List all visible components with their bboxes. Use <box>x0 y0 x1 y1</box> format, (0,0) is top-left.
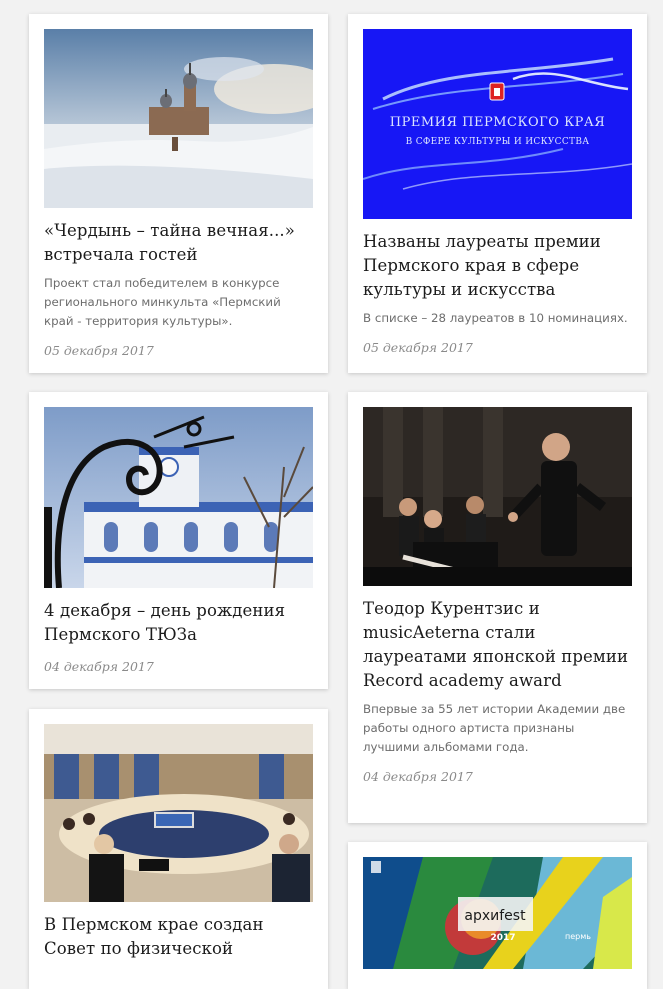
news-excerpt: В списке – 28 лауреатов в 10 номинациях. <box>363 311 628 325</box>
news-image-currentzis-conductor[interactable] <box>363 407 632 586</box>
svg-text:В СФЕРЕ КУЛЬТУРЫ И ИСКУССТВА: В СФЕРЕ КУЛЬТУРЫ И ИСКУССТВА <box>406 137 590 147</box>
news-date: 05 декабря 2017 <box>44 343 154 358</box>
news-excerpt: Проект стал победителем в конкурсе регио… <box>44 276 281 328</box>
news-title[interactable]: «Чердынь – тайна вечная...» встречала го… <box>44 219 313 267</box>
meeting-room-image <box>44 724 313 902</box>
news-image-cherdyn-church[interactable] <box>44 29 313 208</box>
news-date: 05 декабря 2017 <box>363 340 473 355</box>
news-image-council-meeting[interactable] <box>44 724 313 902</box>
news-title[interactable]: В Пермском крае создан Совет по физическ… <box>44 913 313 961</box>
news-image-premium-banner[interactable]: ПРЕМИЯ ПЕРМСКОГО КРАЯ В СФЕРЕ КУЛЬТУРЫ И… <box>363 29 632 219</box>
news-excerpt: Впервые за 55 лет истории Академии две р… <box>363 702 626 754</box>
news-image-tyuz-building[interactable] <box>44 407 313 588</box>
news-card-sport-council[interactable]: В Пермском крае создан Совет по физическ… <box>29 709 328 989</box>
snowy-church-image <box>44 29 313 208</box>
news-date: 04 декабря 2017 <box>363 769 473 784</box>
svg-text:пермь: пермь <box>565 932 591 941</box>
news-card-arkhifest[interactable]: архиfest 2017 пермь <box>348 842 647 989</box>
svg-text:2017: 2017 <box>490 933 515 943</box>
conductor-orchestra-image <box>363 407 632 586</box>
news-title[interactable]: 4 декабря – день рождения Пермского ТЮЗа <box>44 599 313 647</box>
news-card-premium-laureates[interactable]: ПРЕМИЯ ПЕРМСКОГО КРАЯ В СФЕРЕ КУЛЬТУРЫ И… <box>348 14 647 373</box>
news-date: 04 декабря 2017 <box>44 659 154 674</box>
theater-building-image <box>44 407 313 588</box>
news-card-cherdyn[interactable]: «Чердынь – тайна вечная...» встречала го… <box>29 14 328 373</box>
news-title[interactable]: Названы лауреаты премии Пермского края в… <box>363 230 632 302</box>
news-card-currentzis[interactable]: Теодор Курентзис и musicAeterna стали ла… <box>348 392 647 823</box>
news-title[interactable]: Теодор Курентзис и musicAeterna стали ла… <box>363 597 632 693</box>
premium-banner-image: ПРЕМИЯ ПЕРМСКОГО КРАЯ В СФЕРЕ КУЛЬТУРЫ И… <box>363 29 632 219</box>
news-image-arkhifest-banner[interactable]: архиfest 2017 пермь <box>363 857 632 969</box>
svg-text:архиfest: архиfest <box>464 908 526 924</box>
svg-text:ПРЕМИЯ ПЕРМСКОГО КРАЯ: ПРЕМИЯ ПЕРМСКОГО КРАЯ <box>390 115 605 130</box>
news-card-tyuz-birthday[interactable]: 4 декабря – день рождения Пермского ТЮЗа… <box>29 392 328 689</box>
arkhifest-banner-image: архиfest 2017 пермь <box>363 857 632 969</box>
